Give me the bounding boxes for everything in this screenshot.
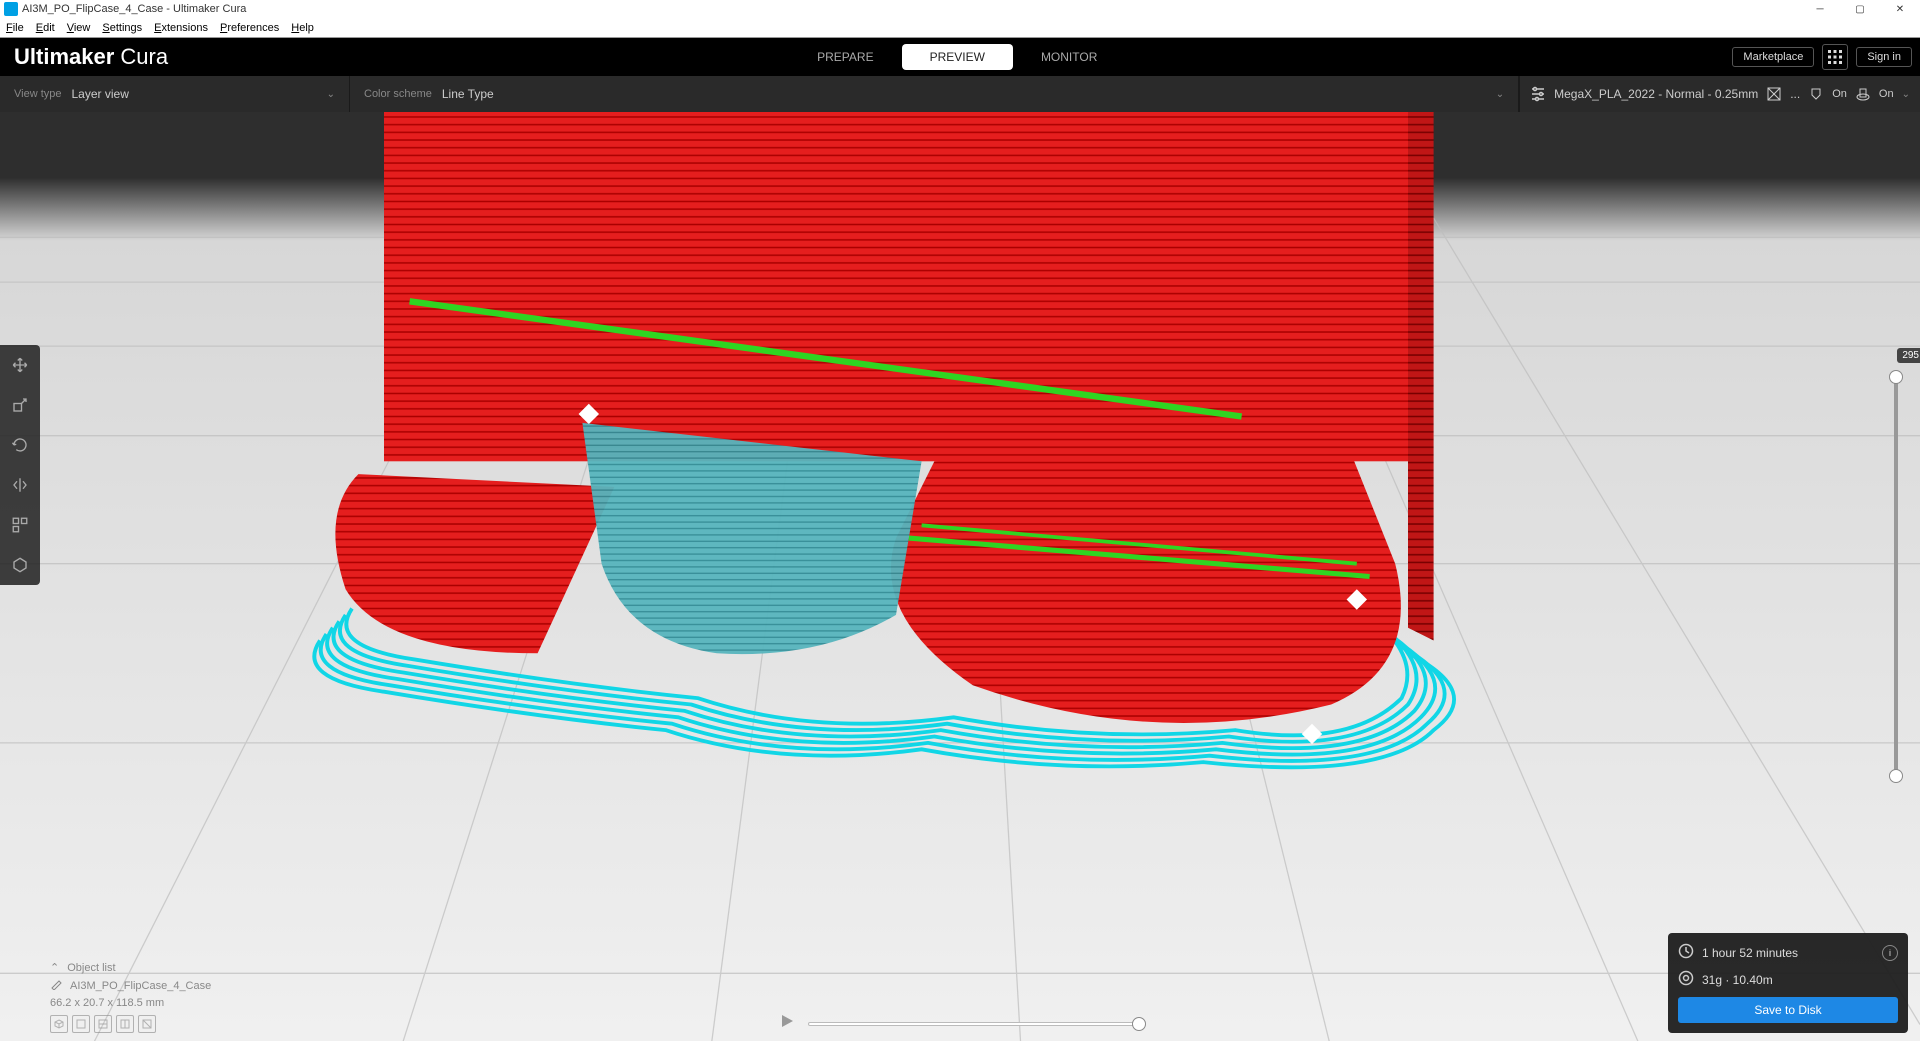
menu-bar: File Edit View Settings Extensions Prefe… bbox=[0, 18, 1920, 38]
window-maximize-button[interactable]: ▢ bbox=[1840, 0, 1880, 18]
object-info: ⌃ Object list AI3M_PO_FlipCase_4_Case 66… bbox=[50, 961, 211, 1033]
menu-view[interactable]: View bbox=[61, 22, 97, 34]
view-type-value: Layer view bbox=[72, 87, 327, 101]
chevron-up-icon: ⌃ bbox=[50, 961, 59, 974]
tab-prepare[interactable]: PREPARE bbox=[789, 44, 901, 70]
profile-name: MegaX_PLA_2022 - Normal - 0.25mm bbox=[1554, 87, 1758, 101]
object-list-item[interactable]: AI3M_PO_FlipCase_4_Case bbox=[50, 978, 211, 993]
color-scheme-dropdown[interactable]: Color scheme Line Type ⌄ bbox=[350, 76, 1519, 112]
simulation-slider-handle[interactable] bbox=[1132, 1017, 1146, 1031]
slice-info-panel: 1 hour 52 minutes i 31g · 10.40m Save to… bbox=[1668, 933, 1908, 1033]
object-dimensions: 66.2 x 20.7 x 118.5 mm bbox=[50, 997, 211, 1009]
simulation-slider[interactable] bbox=[808, 1022, 1140, 1026]
rotate-tool[interactable] bbox=[0, 425, 40, 465]
top-bar: Ultimaker Cura PREPARE PREVIEW MONITOR M… bbox=[0, 38, 1920, 76]
left-toolbar bbox=[0, 345, 40, 585]
move-tool[interactable] bbox=[0, 345, 40, 385]
support-icon bbox=[1808, 86, 1824, 102]
object-list-label: Object list bbox=[67, 962, 115, 974]
view-top-icon[interactable] bbox=[94, 1015, 112, 1033]
view-left-icon[interactable] bbox=[116, 1015, 134, 1033]
window-titlebar: AI3M_PO_FlipCase_4_Case - Ultimaker Cura… bbox=[0, 0, 1920, 18]
material-estimate: 31g · 10.40m bbox=[1702, 973, 1773, 987]
chevron-down-icon: ⌄ bbox=[327, 89, 335, 100]
stage-tabs: PREPARE PREVIEW MONITOR bbox=[789, 44, 1125, 70]
object-name: AI3M_PO_FlipCase_4_Case bbox=[70, 980, 211, 992]
info-icon[interactable]: i bbox=[1882, 945, 1898, 961]
scale-tool[interactable] bbox=[0, 385, 40, 425]
layer-slider[interactable]: 295 bbox=[1890, 352, 1902, 781]
clock-icon bbox=[1678, 943, 1694, 962]
adhesion-toggle-label: On bbox=[1879, 88, 1894, 100]
view-type-dropdown[interactable]: View type Layer view ⌄ bbox=[0, 76, 350, 112]
object-list-toggle[interactable]: ⌃ Object list bbox=[50, 961, 211, 974]
view-3d-icon[interactable] bbox=[50, 1015, 68, 1033]
layer-slider-handle-bottom[interactable] bbox=[1889, 769, 1903, 783]
layer-slider-max-label: 295 bbox=[1897, 348, 1920, 363]
viewport[interactable]: 295 ⌃ Object list AI3M_PO_FlipCase_4_Cas… bbox=[0, 112, 1920, 1041]
support-toggle-label: On bbox=[1832, 88, 1847, 100]
mirror-tool[interactable] bbox=[0, 465, 40, 505]
menu-help[interactable]: Help bbox=[285, 22, 320, 34]
tab-preview[interactable]: PREVIEW bbox=[902, 44, 1013, 70]
marketplace-button[interactable]: Marketplace bbox=[1732, 47, 1814, 67]
color-scheme-label: Color scheme bbox=[364, 88, 432, 100]
adhesion-icon bbox=[1855, 86, 1871, 102]
tab-monitor[interactable]: MONITOR bbox=[1013, 44, 1125, 70]
app-brand: Ultimaker Cura bbox=[0, 44, 182, 70]
layer-slider-track[interactable] bbox=[1894, 372, 1898, 781]
play-button[interactable] bbox=[780, 1014, 794, 1033]
3d-preview-canvas[interactable] bbox=[0, 112, 1920, 1041]
brand-light: Cura bbox=[120, 44, 168, 69]
view-front-icon[interactable] bbox=[72, 1015, 90, 1033]
simulation-controls bbox=[780, 1014, 1140, 1033]
sliders-icon bbox=[1530, 86, 1546, 102]
brand-bold: Ultimaker bbox=[14, 44, 114, 69]
chevron-down-icon: ⌄ bbox=[1496, 89, 1504, 100]
apps-grid-icon[interactable] bbox=[1822, 44, 1848, 70]
signin-button[interactable]: Sign in bbox=[1856, 47, 1912, 67]
color-scheme-value: Line Type bbox=[442, 87, 1496, 101]
print-time: 1 hour 52 minutes bbox=[1702, 946, 1798, 960]
window-minimize-button[interactable]: ─ bbox=[1800, 0, 1840, 18]
menu-settings[interactable]: Settings bbox=[96, 22, 148, 34]
chevron-down-icon: ⌄ bbox=[1902, 89, 1910, 100]
window-title: AI3M_PO_FlipCase_4_Case - Ultimaker Cura bbox=[22, 3, 246, 15]
spool-icon bbox=[1678, 970, 1694, 989]
view-type-label: View type bbox=[14, 88, 62, 100]
menu-preferences[interactable]: Preferences bbox=[214, 22, 285, 34]
per-model-settings-tool[interactable] bbox=[0, 505, 40, 545]
menu-extensions[interactable]: Extensions bbox=[148, 22, 214, 34]
settings-bar: View type Layer view ⌄ Color scheme Line… bbox=[0, 76, 1920, 112]
ellipsis: ... bbox=[1790, 87, 1800, 101]
app-icon bbox=[4, 2, 18, 16]
menu-file[interactable]: File bbox=[0, 22, 30, 34]
view-right-icon[interactable] bbox=[138, 1015, 156, 1033]
print-settings-summary[interactable]: MegaX_PLA_2022 - Normal - 0.25mm ... On … bbox=[1519, 76, 1920, 112]
save-to-disk-button[interactable]: Save to Disk bbox=[1678, 997, 1898, 1023]
pencil-icon bbox=[50, 978, 62, 993]
window-close-button[interactable]: ✕ bbox=[1880, 0, 1920, 18]
menu-edit[interactable]: Edit bbox=[30, 22, 61, 34]
layer-slider-handle-top[interactable] bbox=[1889, 370, 1903, 384]
support-blocker-tool[interactable] bbox=[0, 545, 40, 585]
infill-icon bbox=[1766, 86, 1782, 102]
